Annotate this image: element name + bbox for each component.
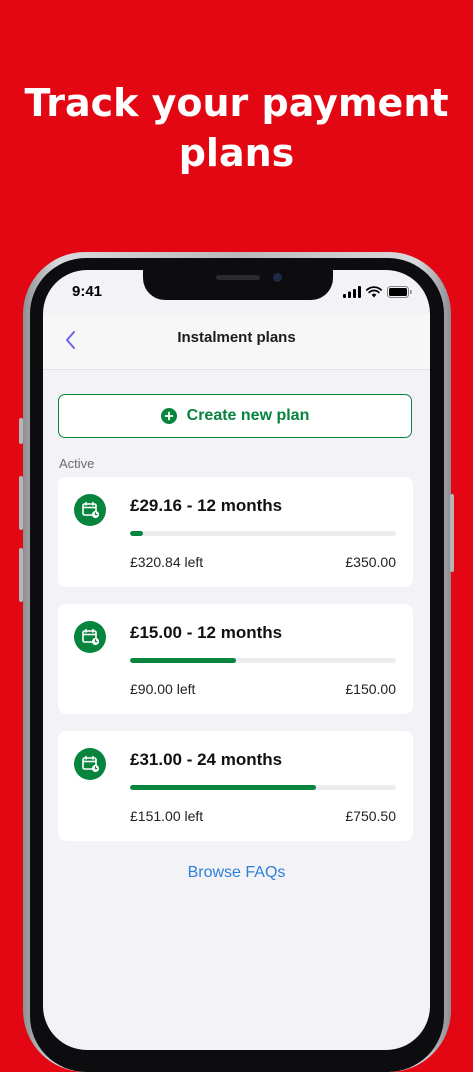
browse-faqs-link[interactable]: Browse FAQs <box>43 864 430 882</box>
phone-silent-switch <box>19 418 23 444</box>
plan-progress-bar <box>130 785 396 790</box>
plan-progress-fill <box>130 658 237 663</box>
create-new-plan-button[interactable]: Create new plan <box>58 394 412 438</box>
headline-text: Track your payment plans <box>24 81 449 175</box>
plan-total-amount: £150.00 <box>345 681 396 697</box>
plan-remaining-amount: £151.00 left <box>130 808 204 824</box>
plan-total-amount: £350.00 <box>345 554 396 570</box>
plan-progress-fill <box>130 785 317 790</box>
phone-screen: 9:41 Instalment plans Create new plan Ac… <box>43 270 430 1050</box>
plan-title: £15.00 - 12 months <box>130 623 283 642</box>
plan-progress-bar <box>130 658 396 663</box>
plan-progress-fill <box>130 531 144 536</box>
plus-circle-icon <box>160 408 177 424</box>
plan-remaining-amount: £90.00 left <box>130 681 196 697</box>
plan-title: £31.00 - 24 months <box>130 750 283 769</box>
calendar-icon <box>74 748 106 780</box>
front-camera <box>273 273 282 282</box>
plan-card[interactable]: £15.00 - 12 months £90.00 left £150.00 <box>58 604 413 714</box>
status-time: 9:41 <box>72 283 103 300</box>
plan-progress-bar <box>130 531 396 536</box>
plan-title: £29.16 - 12 months <box>130 496 283 515</box>
status-icons <box>343 286 412 298</box>
phone-volume-up <box>19 476 23 530</box>
calendar-icon <box>74 621 106 653</box>
phone-power-button <box>450 494 454 572</box>
plan-remaining-amount: £320.84 left <box>130 554 204 570</box>
plan-total-amount: £750.50 <box>345 808 396 824</box>
create-new-plan-label: Create new plan <box>186 407 310 424</box>
section-label-active: Active <box>59 456 95 471</box>
calendar-icon <box>74 494 106 526</box>
signal-icon <box>343 286 361 298</box>
plan-card[interactable]: £31.00 - 24 months £151.00 left £750.50 <box>58 731 413 841</box>
navigation-bar: Instalment plans <box>43 315 430 370</box>
wifi-icon <box>366 286 382 298</box>
speaker-grille <box>216 275 260 280</box>
phone-notch <box>143 270 333 300</box>
plan-card[interactable]: £29.16 - 12 months £320.84 left £350.00 <box>58 477 413 587</box>
headline: Track your payment plans <box>0 78 473 178</box>
phone-volume-down <box>19 548 23 602</box>
page-title: Instalment plans <box>177 329 296 346</box>
battery-icon <box>387 286 412 298</box>
